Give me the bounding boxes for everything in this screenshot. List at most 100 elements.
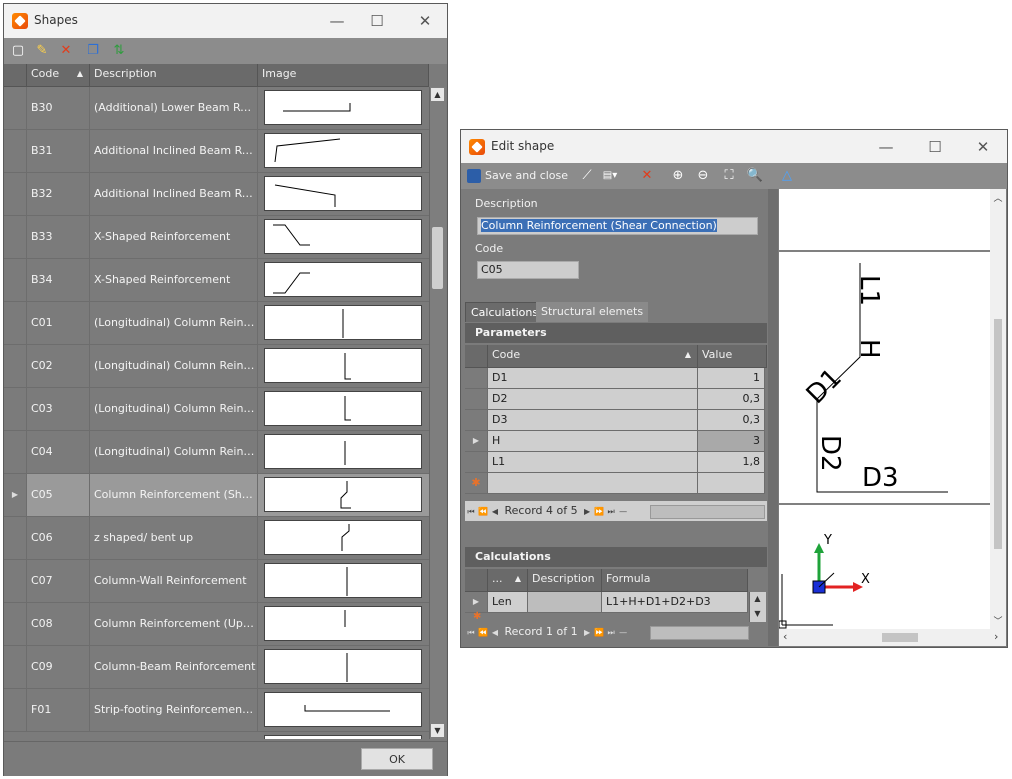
- shape-description-cell[interactable]: z shaped/ bent up: [90, 517, 258, 559]
- shape-code-cell[interactable]: B32: [27, 173, 90, 215]
- scroll-left-icon[interactable]: ‹: [783, 630, 787, 643]
- shape-code-cell[interactable]: C02: [27, 345, 90, 387]
- zoom-extents-icon[interactable]: ⛶: [720, 167, 738, 185]
- duplicate-icon[interactable]: ❐: [84, 42, 102, 60]
- shape-image-cell[interactable]: [258, 603, 429, 645]
- shape-image-cell[interactable]: [258, 302, 429, 344]
- table-row[interactable]: C01 (Longitudinal) Column Reinforc...: [4, 302, 429, 345]
- scroll-down-icon[interactable]: ▼: [431, 724, 444, 737]
- previous-record-icon[interactable]: ◀: [489, 623, 501, 643]
- shape-image-cell[interactable]: [258, 517, 429, 559]
- parameter-row[interactable]: L1 1,8: [465, 452, 767, 473]
- description-column-header[interactable]: Description: [90, 64, 258, 86]
- shape-image-cell[interactable]: [258, 689, 429, 731]
- shape-image-cell[interactable]: [258, 345, 429, 387]
- parameter-value-cell[interactable]: 3: [698, 431, 765, 452]
- parameter-code-cell[interactable]: L1: [488, 452, 698, 473]
- shape-image-cell[interactable]: [258, 130, 429, 172]
- shape-description-cell[interactable]: (Additional) Lower Beam Reinfo...: [90, 87, 258, 129]
- shape-image-cell[interactable]: [258, 646, 429, 688]
- import-export-icon[interactable]: ⇅: [110, 42, 128, 60]
- table-row[interactable]: C09 Column-Beam Reinforcement: [4, 646, 429, 689]
- calc-name-cell[interactable]: Len: [488, 592, 528, 613]
- previous-record-icon[interactable]: ◀: [489, 502, 501, 522]
- table-row[interactable]: C07 Column-Wall Reinforcement: [4, 560, 429, 603]
- table-row[interactable]: B34 X-Shaped Reinforcement: [4, 259, 429, 302]
- shape-description-cell[interactable]: Column Reinforcement (Shear ...: [90, 474, 258, 516]
- image-column-header[interactable]: Image: [258, 64, 429, 86]
- parameters-horizontal-scrollbar[interactable]: [650, 505, 765, 519]
- shape-description-cell[interactable]: Strip-footing Reinforcement (Lo...: [90, 689, 258, 731]
- parameter-row[interactable]: D2 0,3: [465, 389, 767, 410]
- code-column-header[interactable]: Code ▲: [27, 64, 90, 86]
- delete-record-icon[interactable]: —: [617, 623, 629, 643]
- edit-titlebar[interactable]: Edit shape — ☐ ✕: [461, 130, 1007, 164]
- table-row[interactable]: C02 (Longitudinal) Column Reinforc...: [4, 345, 429, 388]
- first-record-icon[interactable]: ⏮: [465, 623, 477, 643]
- shape-description-cell[interactable]: Column-Beam Reinforcement: [90, 646, 258, 688]
- shape-description-cell[interactable]: Additional Inclined Beam Reinfo...: [90, 173, 258, 215]
- parameter-value-cell[interactable]: 0,3: [698, 410, 765, 431]
- parameter-row[interactable]: ▶ H 3: [465, 431, 767, 452]
- table-row[interactable]: C06 z shaped/ bent up: [4, 517, 429, 560]
- shape-image-cell[interactable]: [258, 431, 429, 473]
- parameter-row[interactable]: D1 1: [465, 368, 767, 389]
- calc-horizontal-scrollbar[interactable]: [650, 626, 749, 640]
- calc-formula-cell[interactable]: L1+H+D1+D2+D3: [602, 592, 748, 613]
- parameter-value-cell[interactable]: 1: [698, 368, 765, 389]
- scroll-up-icon[interactable]: ▲: [431, 88, 444, 101]
- shape-code-cell[interactable]: C01: [27, 302, 90, 344]
- shape-image-cell[interactable]: [258, 216, 429, 258]
- last-record-icon[interactable]: ⏭: [605, 623, 617, 643]
- shape-image-cell[interactable]: [258, 560, 429, 602]
- next-record-icon[interactable]: ▶: [581, 502, 593, 522]
- shape-code-cell[interactable]: C07: [27, 560, 90, 602]
- canvas-vertical-scrollbar[interactable]: ︿ ﹀: [990, 189, 1006, 629]
- zoom-in-icon[interactable]: ⊕: [669, 167, 687, 185]
- shape-description-cell[interactable]: X-Shaped Reinforcement: [90, 259, 258, 301]
- shapes-vertical-scrollbar[interactable]: ▲ ▼: [429, 87, 446, 739]
- next-page-icon[interactable]: ⏩: [593, 623, 605, 643]
- table-row[interactable]: C03 (Longitudinal) Column Reinforc...: [4, 388, 429, 431]
- shape-code-cell[interactable]: B33: [27, 216, 90, 258]
- parameter-code-cell[interactable]: D2: [488, 389, 698, 410]
- shape-description-cell[interactable]: X-Shaped Reinforcement: [90, 216, 258, 258]
- param-value-header[interactable]: Value: [698, 345, 767, 367]
- scroll-up-icon[interactable]: ︿: [992, 191, 1004, 204]
- parameter-value-cell[interactable]: 0,3: [698, 389, 765, 410]
- new-document-icon[interactable]: ▢: [9, 42, 27, 60]
- zoom-out-icon[interactable]: ⊖: [694, 167, 712, 185]
- scroll-down-icon[interactable]: ▼: [751, 607, 764, 620]
- table-row[interactable]: C04 (Longitudinal) Column Reinforc...: [4, 431, 429, 474]
- zoom-window-icon[interactable]: 🔍: [746, 167, 764, 185]
- shape-description-cell[interactable]: Column Reinforcement (Upper ...: [90, 603, 258, 645]
- parameter-value-cell[interactable]: 1,8: [698, 452, 765, 473]
- shape-drawing-canvas[interactable]: L1 H D1 D2 D3 Y X ︿ ﹀ ‹ ›: [779, 189, 1006, 646]
- close-button[interactable]: ✕: [414, 10, 436, 32]
- calc-row[interactable]: ▶ Len L1+H+D1+D2+D3: [465, 592, 748, 613]
- shapes-titlebar[interactable]: Shapes — ☐ ✕: [4, 4, 447, 38]
- table-row-partial[interactable]: [4, 732, 429, 739]
- ok-button[interactable]: OK: [361, 748, 433, 770]
- calc-new-row[interactable]: ✱: [465, 611, 748, 622]
- edit-icon[interactable]: ✎: [33, 42, 51, 60]
- param-code-header[interactable]: Code ▲: [488, 345, 698, 367]
- canvas-horizontal-scrollbar[interactable]: ‹ ›: [779, 629, 1006, 646]
- shape-image-cell[interactable]: [258, 173, 429, 215]
- shape-image-cell[interactable]: [258, 259, 429, 301]
- table-row[interactable]: C08 Column Reinforcement (Upper ...: [4, 603, 429, 646]
- scroll-up-icon[interactable]: ▲: [751, 592, 764, 605]
- minimize-button[interactable]: —: [875, 136, 897, 158]
- minimize-button[interactable]: —: [326, 10, 348, 32]
- tab-structural-elemets[interactable]: Structural elemets: [536, 302, 649, 322]
- shape-code-cell[interactable]: C04: [27, 431, 90, 473]
- maximize-button[interactable]: ☐: [924, 136, 946, 158]
- shape-description-cell[interactable]: (Longitudinal) Column Reinforc...: [90, 388, 258, 430]
- shape-code-cell[interactable]: B31: [27, 130, 90, 172]
- table-row[interactable]: B30(Additional) Lower Beam Reinfo...: [4, 87, 429, 130]
- shape-code-cell[interactable]: C05: [27, 474, 90, 516]
- delete-icon[interactable]: ✕: [57, 42, 75, 60]
- shape-description-cell[interactable]: Column-Wall Reinforcement: [90, 560, 258, 602]
- parameter-row[interactable]: D3 0,3: [465, 410, 767, 431]
- parameter-code-cell[interactable]: D3: [488, 410, 698, 431]
